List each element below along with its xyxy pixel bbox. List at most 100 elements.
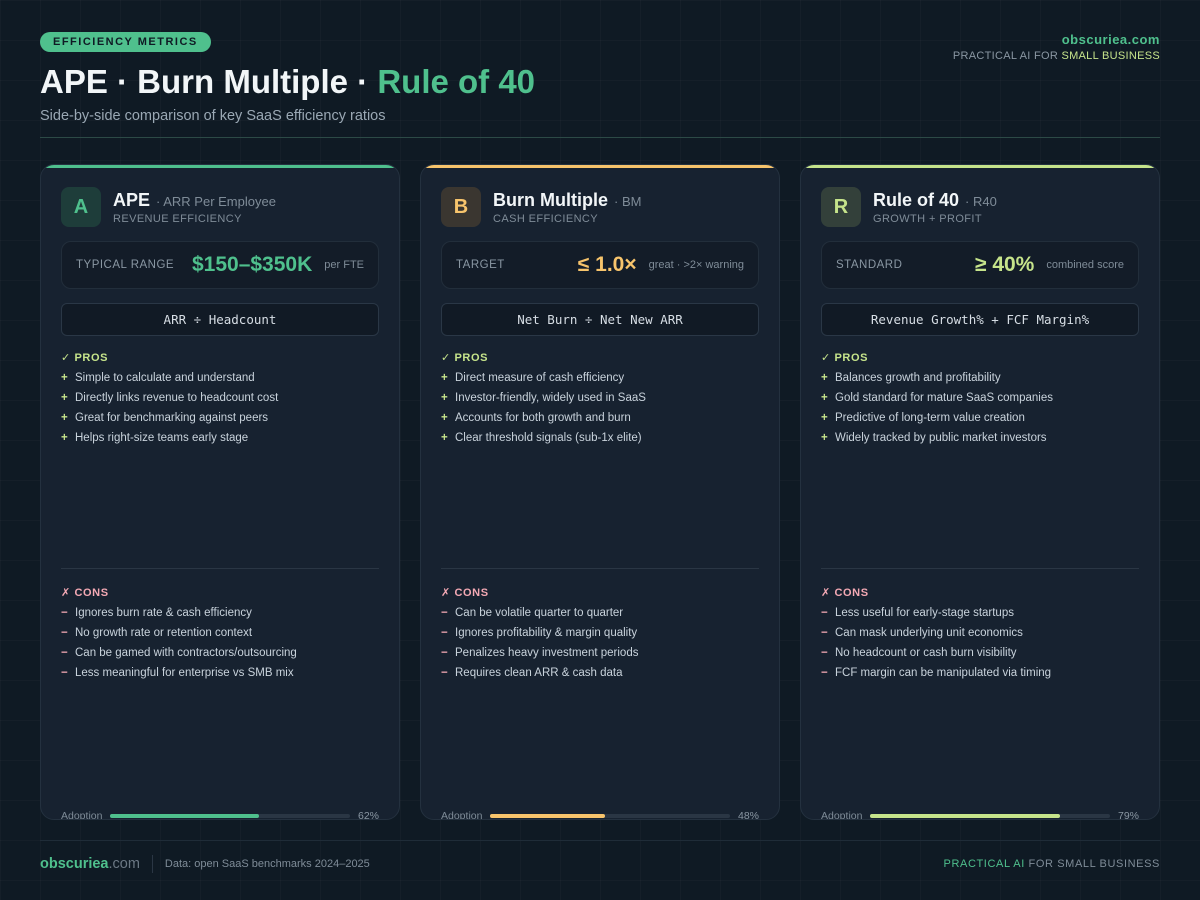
pros-list: + Simple to calculate and understand + Dire… (61, 368, 379, 448)
minus-icon: − (441, 607, 448, 619)
card-name: Burn Multiple (493, 189, 608, 210)
con-text: FCF margin can be manipulated via timing (835, 667, 1052, 679)
brand-tag-part1: PRACTICAL AI FOR (952, 50, 1062, 62)
con-text: No headcount or cash burn visibility (835, 647, 1017, 659)
adoption-track (490, 814, 730, 818)
range-note: great · >2× warning (648, 259, 744, 271)
pro-item: + Widely tracked by public market investo… (821, 428, 1139, 448)
range-box: STANDARD ≥ 40% combined score (821, 241, 1139, 289)
adoption-fill (110, 814, 259, 818)
con-text: Can be volatile quarter to quarter (455, 607, 624, 619)
card-letter-icon: A (61, 187, 101, 227)
footer-tag-part2: FOR SMALL BUSINESS (1024, 858, 1160, 870)
footer-brand-domain: .com (108, 856, 140, 872)
card-title: APE · ARR Per Employee (113, 190, 276, 211)
card-subtitle: CASH EFFICIENCY (493, 212, 599, 225)
pro-item: + Simple to calculate and understand (61, 368, 379, 388)
footer-source: Data: open SaaS benchmarks 2024–2025 (164, 858, 370, 870)
brand-top: obscuriea.com PRACTICAL AI FOR SMALL BUS… (953, 32, 1160, 62)
plus-icon: + (821, 372, 828, 384)
range-label: STANDARD (836, 259, 903, 271)
pro-text: Direct measure of cash efficiency (455, 372, 625, 384)
card-accent-bar (41, 165, 399, 168)
con-text: Ignores profitability & margin quality (455, 627, 638, 639)
brand-tag-part2: SMALL BUSINESS (1061, 50, 1160, 62)
cons-label: ✗ CONS (61, 587, 109, 599)
card-name: Rule of 40 (873, 189, 960, 210)
card-subtitle: GROWTH + PROFIT (873, 212, 982, 225)
minus-icon: − (61, 607, 68, 619)
range-box: TYPICAL RANGE $150–$350K per FTE (61, 241, 379, 289)
adoption-percent: 48% (737, 810, 759, 820)
card-letter-icon: R (821, 187, 861, 227)
con-item: − No growth rate or retention context (61, 623, 379, 643)
plus-icon: + (821, 392, 828, 404)
pro-text: Accounts for both growth and burn (455, 412, 631, 424)
card-fullname: · BM (614, 193, 642, 209)
con-item: − No headcount or cash burn visibility (821, 643, 1139, 663)
minus-icon: − (61, 647, 68, 659)
brand-site-link[interactable]: obscuriea.com (953, 32, 1160, 47)
adoption-percent: 62% (357, 810, 379, 820)
range-note: combined score (1046, 259, 1124, 271)
pro-text: Simple to calculate and understand (75, 372, 255, 384)
card-accent-bar (801, 165, 1159, 168)
footer-divider (40, 840, 1160, 841)
con-item: − Can be volatile quarter to quarter (441, 603, 759, 623)
plus-icon: + (61, 412, 68, 424)
minus-icon: − (441, 667, 448, 679)
range-value: ≥ 40% (974, 253, 1035, 276)
plus-icon: + (61, 432, 68, 444)
con-item: − Less useful for early-stage startups (821, 603, 1139, 623)
con-item: − Can be gamed with contractors/outsourci… (61, 643, 379, 663)
pro-text: Gold standard for mature SaaS companies (835, 392, 1053, 404)
pro-item: + Directly links revenue to headcount cos… (61, 388, 379, 408)
con-text: Less meaningful for enterprise vs SMB mi… (75, 667, 294, 679)
card-rule-of-40: R Rule of 40 · R40 GROWTH + PROFIT STANDARD ≥… (800, 164, 1160, 820)
plus-icon: + (61, 392, 68, 404)
section-divider (61, 568, 379, 569)
pro-text: Widely tracked by public market investor… (835, 432, 1047, 444)
formula-box: Revenue Growth% + FCF Margin% (821, 303, 1139, 336)
footer-brand[interactable]: obscuriea.com (40, 856, 140, 872)
header-divider (40, 137, 1160, 138)
adoption-bar: Adoption 62% (61, 809, 379, 820)
page-title: APE · Burn Multiple · Rule of 40 (40, 62, 1160, 102)
plus-icon: + (821, 412, 828, 424)
con-text: Can be gamed with contractors/outsourcin… (75, 647, 297, 659)
cons-label: ✗ CONS (441, 587, 489, 599)
cons-label: ✗ CONS (821, 587, 869, 599)
minus-icon: − (821, 607, 828, 619)
pro-text: Investor-friendly, widely used in SaaS (455, 392, 646, 404)
plus-icon: + (441, 412, 448, 424)
con-item: − Penalizes heavy investment periods (441, 643, 759, 663)
plus-icon: + (441, 392, 448, 404)
minus-icon: − (61, 627, 68, 639)
con-text: Can mask underlying unit economics (835, 627, 1023, 639)
pro-item: + Helps right-size teams early stage (61, 428, 379, 448)
plus-icon: + (821, 432, 828, 444)
card-title: Rule of 40 · R40 (873, 190, 997, 211)
pro-item: + Clear threshold signals (sub-1x elite) (441, 428, 759, 448)
minus-icon: − (821, 667, 828, 679)
range-box: TARGET ≤ 1.0× great · >2× warning (441, 241, 759, 289)
pro-text: Helps right-size teams early stage (75, 432, 249, 444)
card-fullname: · R40 (965, 193, 997, 209)
card-letter-icon: B (441, 187, 481, 227)
range-value: $150–$350K (191, 253, 313, 276)
con-text: Requires clean ARR & cash data (455, 667, 623, 679)
con-item: − Can mask underlying unit economics (821, 623, 1139, 643)
page-subtitle: Side-by-side comparison of key SaaS effi… (40, 108, 386, 124)
adoption-bar: Adoption 79% (821, 809, 1139, 820)
adoption-percent: 79% (1117, 810, 1139, 820)
header: EFFICIENCY METRICS APE · Burn Multiple ·… (40, 32, 1160, 138)
pro-item: + Accounts for both growth and burn (441, 408, 759, 428)
con-item: − Requires clean ARR & cash data (441, 663, 759, 683)
cons-list: − Ignores burn rate & cash efficiency − No … (61, 603, 379, 683)
pro-text: Balances growth and profitability (835, 372, 1001, 384)
minus-icon: − (821, 647, 828, 659)
card-ape: A APE · ARR Per Employee REVENUE EFFICIENCY… (40, 164, 400, 820)
pro-text: Directly links revenue to headcount cost (75, 392, 279, 404)
minus-icon: − (441, 647, 448, 659)
footer-tagline: PRACTICAL AI FOR SMALL BUSINESS (944, 858, 1160, 870)
